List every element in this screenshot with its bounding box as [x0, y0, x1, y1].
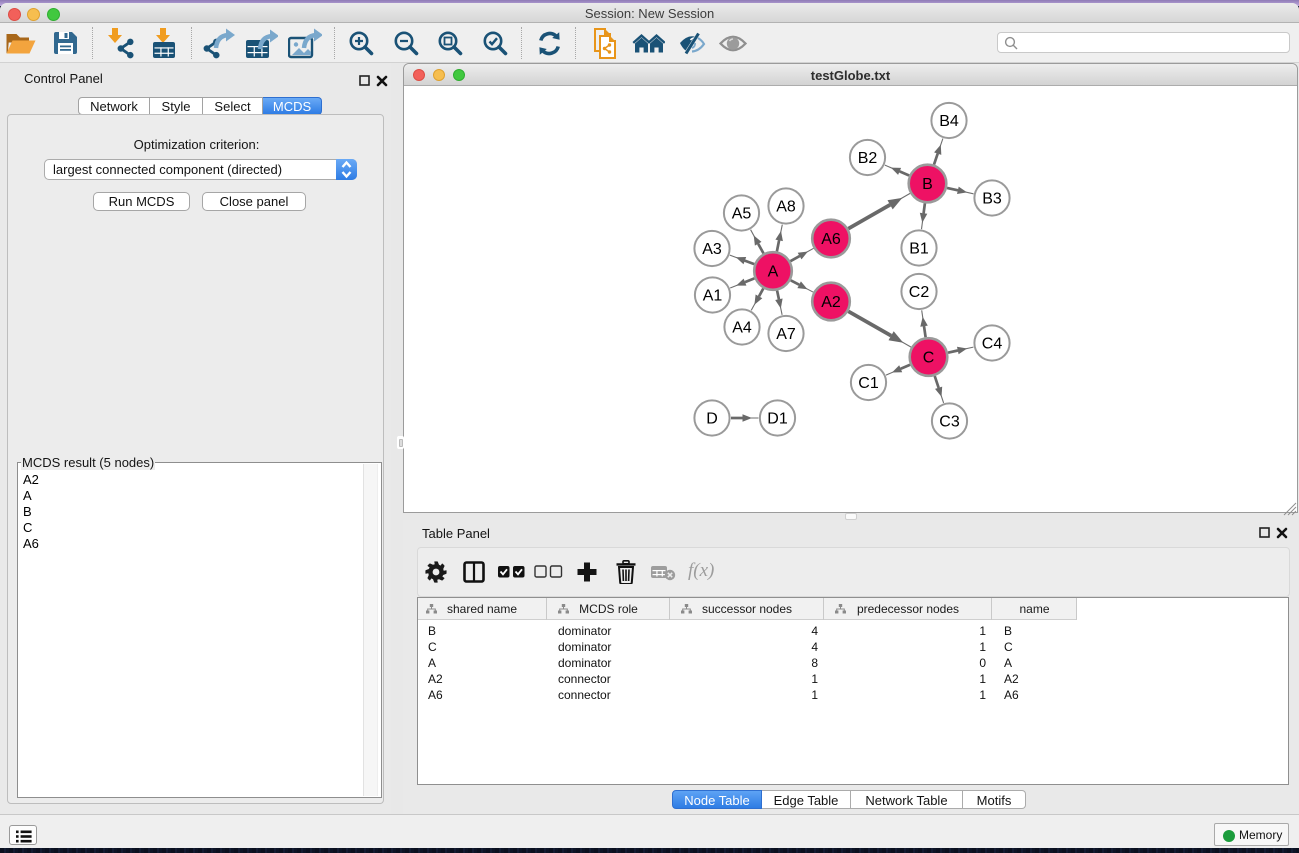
- svg-text:C: C: [923, 350, 935, 367]
- svg-text:A8: A8: [776, 199, 796, 216]
- svg-text:A5: A5: [732, 206, 752, 223]
- svg-text:A4: A4: [732, 320, 752, 337]
- svg-text:C1: C1: [858, 375, 879, 392]
- svg-text:B4: B4: [939, 113, 959, 130]
- svg-text:A7: A7: [776, 326, 796, 343]
- svg-text:C2: C2: [909, 284, 930, 301]
- svg-text:A3: A3: [702, 241, 722, 258]
- svg-text:C3: C3: [939, 414, 960, 431]
- svg-text:B2: B2: [858, 150, 878, 167]
- svg-text:B1: B1: [909, 241, 929, 258]
- svg-text:B3: B3: [982, 191, 1002, 208]
- svg-text:D: D: [706, 411, 718, 428]
- svg-text:A6: A6: [821, 231, 841, 248]
- svg-text:D1: D1: [767, 411, 788, 428]
- svg-text:C4: C4: [982, 336, 1003, 353]
- svg-text:A2: A2: [821, 294, 841, 311]
- svg-text:A: A: [768, 264, 779, 281]
- svg-text:A1: A1: [703, 288, 723, 305]
- svg-text:B: B: [922, 176, 933, 193]
